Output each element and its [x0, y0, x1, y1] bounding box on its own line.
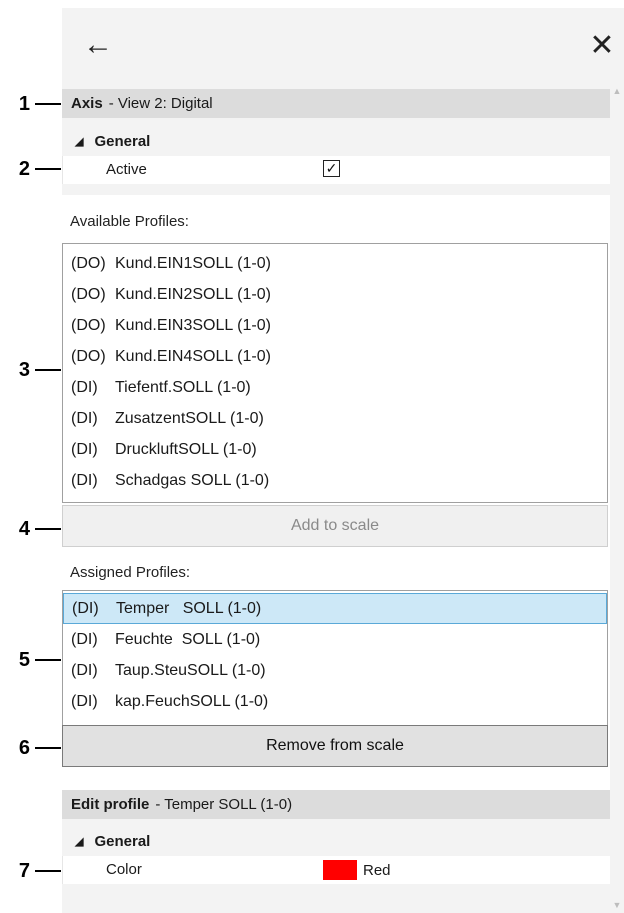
callout-2: 2 — [0, 157, 62, 181]
profile-type-prefix: (DI) — [71, 471, 98, 489]
list-item[interactable]: (DI) Tiefentf.SOLL (1-0) — [63, 372, 607, 403]
profile-type-prefix: (DI) — [71, 378, 98, 396]
edit-profile-subtitle: - Temper SOLL (1-0) — [155, 796, 293, 813]
vertical-scrollbar[interactable]: ▲ ▼ — [610, 82, 624, 913]
profile-name: Tiefentf.SOLL (1-0) — [115, 378, 251, 396]
profile-type-prefix: (DO) — [71, 347, 106, 365]
profile-name: Taup.SteuSOLL (1-0) — [115, 661, 266, 679]
active-label: Active — [106, 161, 147, 178]
general-group-label: General — [94, 132, 151, 150]
list-item[interactable]: (DO) Kund.EIN4SOLL (1-0) — [63, 341, 607, 372]
active-property-row: Active ✓ — [62, 156, 611, 184]
profile-type-prefix: (DO) — [71, 254, 106, 272]
list-item[interactable]: (DO) Kund.EIN2SOLL (1-0) — [63, 279, 607, 310]
profile-type-prefix: (DI) — [71, 409, 98, 427]
edit-profile-header: Edit profile - Temper SOLL (1-0) — [62, 790, 610, 819]
panel-header: ← ✕ — [62, 8, 624, 82]
profile-type-prefix: (DO) — [71, 285, 106, 303]
list-item[interactable]: (DI) Taup.SteuSOLL (1-0) — [63, 655, 607, 686]
profile-name: Kund.EIN2SOLL (1-0) — [115, 285, 271, 303]
callout-4: 4 — [0, 517, 62, 541]
scroll-up-arrow-icon[interactable]: ▲ — [612, 86, 622, 96]
list-item[interactable]: (DI) ZusatzentSOLL (1-0) — [63, 403, 607, 434]
collapse-triangle-icon[interactable]: ◢ — [75, 835, 83, 848]
edit-profile-title: Edit profile — [71, 796, 150, 813]
properties-panel: ← ✕ Axis - View 2: Digital ◢ General Act… — [62, 8, 624, 913]
color-property-row: Color Red — [62, 856, 611, 884]
edit-general-group-label: General — [94, 832, 151, 850]
available-profiles-list[interactable]: (DO) Kund.EIN1SOLL (1-0) (DO) Kund.EIN2SOLL… — [62, 243, 608, 503]
color-swatch — [323, 860, 357, 880]
arrow-left-icon[interactable]: ← — [78, 28, 118, 62]
list-item[interactable]: (DI) Schadgas SOLL (1-0) — [63, 465, 607, 496]
list-item[interactable]: (DO) Kund.EIN1SOLL (1-0) — [63, 248, 607, 279]
list-item[interactable]: (DO) Kund.EIN3SOLL (1-0) — [63, 310, 607, 341]
profile-type-prefix: (DO) — [71, 316, 106, 334]
profile-name: Kund.EIN1SOLL (1-0) — [115, 254, 271, 272]
list-item[interactable]: (DI) Feuchte SOLL (1-0) — [63, 624, 607, 655]
profile-type-prefix: (DI) — [71, 630, 98, 648]
assigned-profiles-list[interactable]: (DI) Temper SOLL (1-0) (DI) Feuchte SOLL (1… — [62, 590, 608, 726]
color-value-text: Red — [363, 861, 391, 879]
profile-name: Kund.EIN3SOLL (1-0) — [115, 316, 271, 334]
profile-name: DruckluftSOLL (1-0) — [115, 440, 257, 458]
edit-general-group-header[interactable]: ◢ General — [62, 830, 610, 852]
assigned-profiles-caption: Assigned Profiles: — [70, 564, 191, 581]
profile-name: Schadgas SOLL (1-0) — [115, 471, 270, 489]
remove-from-scale-button[interactable]: Remove from scale — [62, 725, 608, 767]
color-value[interactable]: Red — [323, 860, 391, 880]
profile-name: Temper SOLL (1-0) — [116, 599, 262, 617]
profile-name: ZusatzentSOLL (1-0) — [115, 409, 264, 427]
profile-name: Kund.EIN4SOLL (1-0) — [115, 347, 271, 365]
callout-6: 6 — [0, 736, 62, 760]
list-item[interactable]: (DI) DruckluftSOLL (1-0) — [63, 434, 607, 465]
axis-section-title: Axis — [71, 95, 103, 112]
add-to-scale-button[interactable]: Add to scale — [62, 505, 608, 547]
profile-type-prefix: (DI) — [71, 692, 98, 710]
close-icon[interactable]: ✕ — [582, 28, 622, 62]
list-item[interactable]: (DI) kap.FeuchSOLL (1-0) — [63, 686, 607, 717]
axis-section-header: Axis - View 2: Digital — [62, 89, 610, 118]
profile-type-prefix: (DI) — [72, 599, 99, 617]
profile-name: Feuchte SOLL (1-0) — [115, 630, 261, 648]
callout-5: 5 — [0, 648, 62, 672]
color-label: Color — [106, 861, 142, 878]
profile-name: kap.FeuchSOLL (1-0) — [115, 692, 269, 710]
collapse-triangle-icon[interactable]: ◢ — [75, 135, 83, 148]
callout-7: 7 — [0, 859, 62, 883]
list-item[interactable]: (DI) Temper SOLL (1-0) — [63, 593, 607, 624]
scroll-down-arrow-icon[interactable]: ▼ — [612, 900, 622, 910]
callout-3: 3 — [0, 358, 62, 382]
active-checkbox[interactable]: ✓ — [323, 160, 340, 177]
axis-section-subtitle: - View 2: Digital — [108, 95, 213, 112]
profile-type-prefix: (DI) — [71, 661, 98, 679]
callout-1: 1 — [0, 92, 62, 116]
profile-type-prefix: (DI) — [71, 440, 98, 458]
general-group-header[interactable]: ◢ General — [62, 130, 610, 152]
available-profiles-caption: Available Profiles: — [70, 213, 189, 230]
